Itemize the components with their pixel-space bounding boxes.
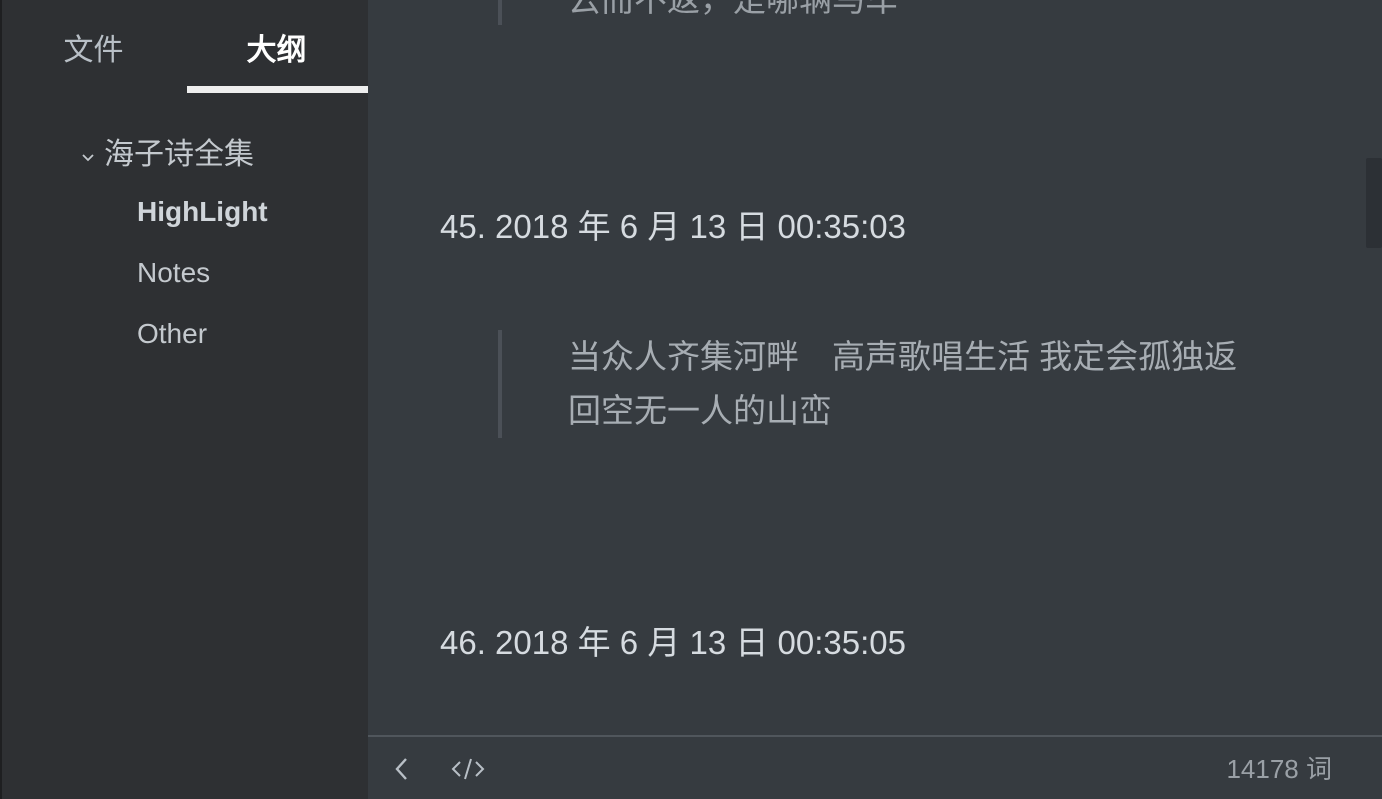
blockquote-line: 回空无一人的山峦 xyxy=(568,392,832,429)
tab-outline[interactable]: 大纲 xyxy=(185,28,368,74)
sidebar-tabs: 文件 大纲 xyxy=(2,0,369,96)
outline-item-root[interactable]: 海子诗全集 xyxy=(78,128,254,174)
active-tab-indicator xyxy=(187,86,369,93)
chevron-down-icon[interactable] xyxy=(78,141,98,162)
outline-item-highlight[interactable]: HighLight xyxy=(137,192,268,232)
entry-heading: 46. 2018 年 6 月 13 日 00:35:05 xyxy=(440,624,906,661)
entry-heading: 45. 2018 年 6 月 13 日 00:35:03 xyxy=(440,208,906,245)
blockquote-line: 当众人齐集河畔 高声歌唱生活 我定会孤独返 xyxy=(568,338,1238,375)
blockquote-text: 云而不返，是哪辆马车 xyxy=(568,0,898,22)
outline-root-label: 海子诗全集 xyxy=(104,138,254,171)
tab-files[interactable]: 文件 xyxy=(2,28,185,74)
outline-item-notes[interactable]: Notes xyxy=(137,253,210,293)
chevron-left-icon[interactable] xyxy=(386,753,418,785)
blockquote: 当众人齐集河畔 高声歌唱生活 我定会孤独返 回空无一人的山峦 xyxy=(498,330,1258,438)
status-bar: 14178 词 xyxy=(368,735,1382,799)
word-count: 14178 词 xyxy=(1226,754,1332,784)
blockquote-border xyxy=(498,0,502,25)
editor-content[interactable]: 云而不返，是哪辆马车 45. 2018 年 6 月 13 日 00:35:03 … xyxy=(368,0,1382,735)
sidebar: 文件 大纲 海子诗全集 HighLight Notes Other xyxy=(0,0,369,799)
outline-item-other[interactable]: Other xyxy=(137,314,207,354)
code-icon[interactable] xyxy=(448,753,488,785)
scrollbar-thumb[interactable] xyxy=(1366,158,1382,248)
